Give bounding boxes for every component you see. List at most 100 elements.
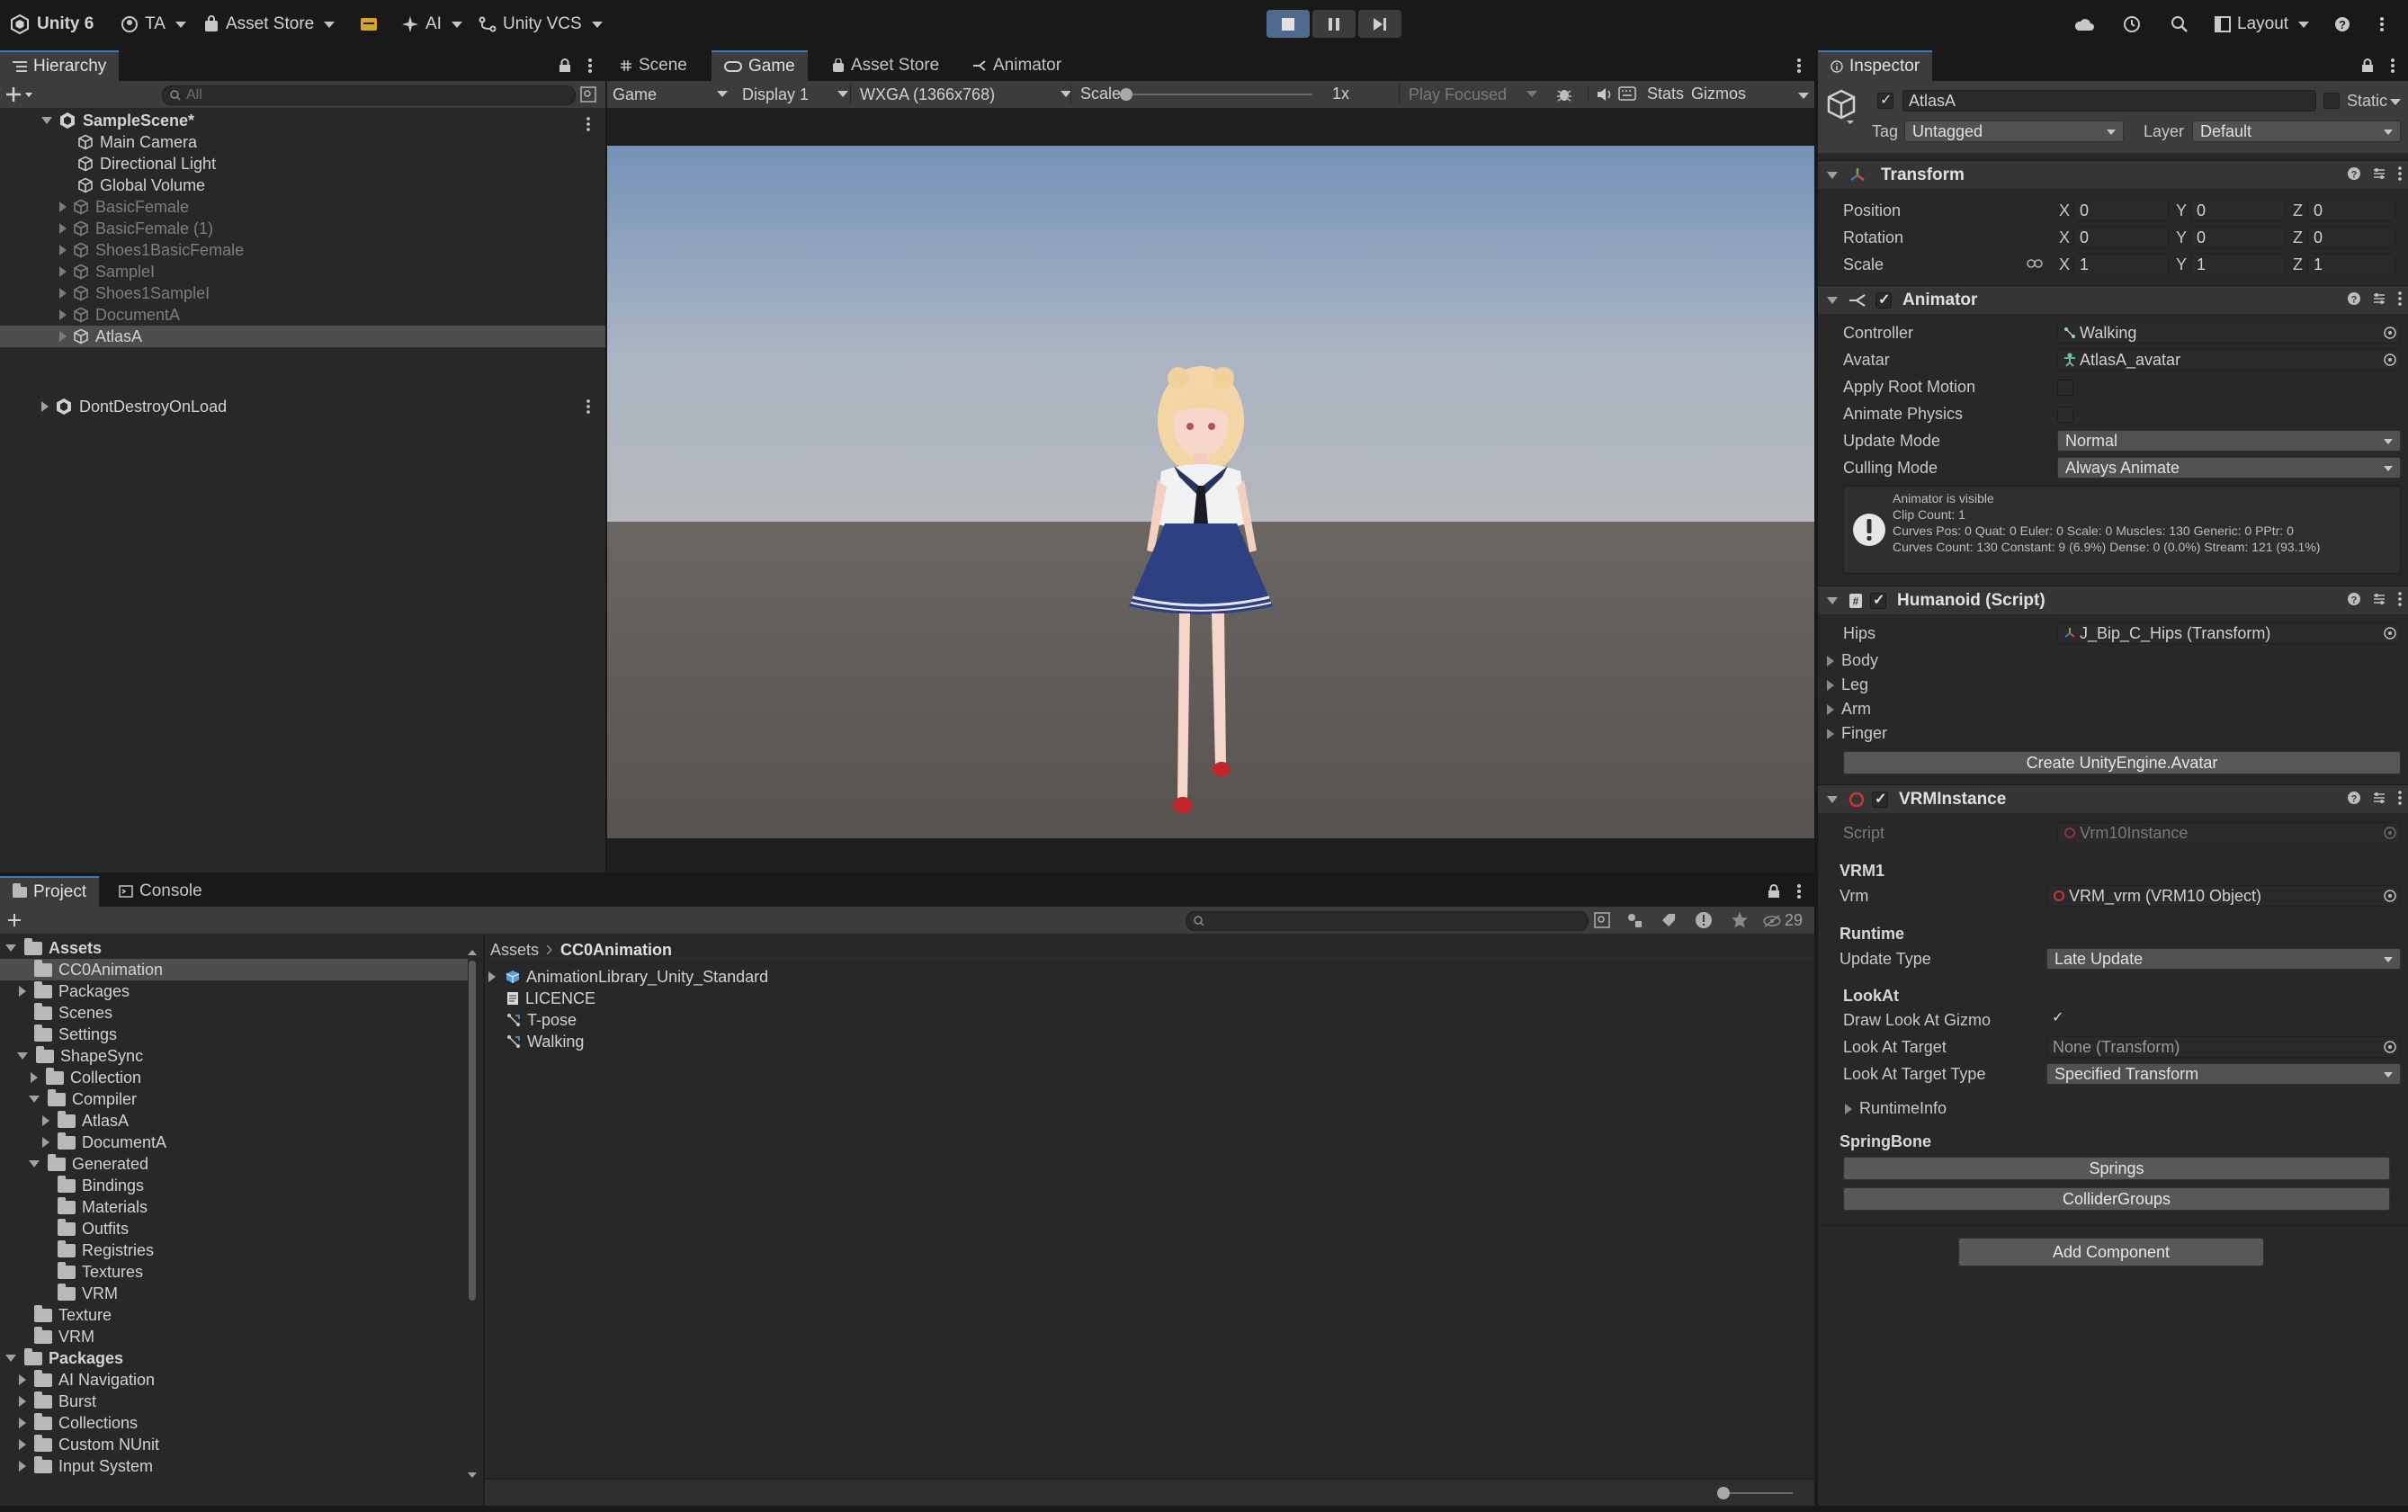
draw-gizmo-checkbox[interactable]: [2050, 1008, 2066, 1027]
runtime-info-foldout[interactable]: RuntimeInfo: [1845, 1099, 1947, 1118]
lock-icon[interactable]: [559, 58, 571, 73]
hierarchy-item[interactable]: Directional Light: [0, 153, 216, 174]
transform-rotation-x-field[interactable]: 0: [2073, 227, 2169, 248]
apply-root-motion-checkbox[interactable]: [2057, 380, 2073, 396]
asset-file-item[interactable]: T-pose: [485, 1009, 577, 1031]
collapse-arrow-icon[interactable]: [1827, 171, 1838, 179]
humanoid-enabled-checkbox[interactable]: [1870, 591, 1886, 609]
expand-arrow-icon[interactable]: [1827, 703, 1834, 715]
expand-arrow-icon[interactable]: [41, 401, 49, 412]
expand-arrow-icon[interactable]: [19, 986, 26, 997]
transform-header[interactable]: Transform ?: [1818, 160, 2408, 189]
collapse-arrow-icon[interactable]: [1827, 296, 1838, 304]
static-checkbox[interactable]: [2323, 93, 2340, 109]
more-menu-button[interactable]: [2379, 11, 2385, 38]
object-name-field[interactable]: AtlasA: [1902, 90, 2316, 112]
folder-tree-item[interactable]: Materials: [0, 1196, 468, 1218]
breadcrumb-current[interactable]: CC0Animation: [560, 941, 672, 960]
hips-field[interactable]: J_Bip_C_Hips (Transform): [2057, 622, 2401, 644]
controller-field[interactable]: Walking: [2057, 322, 2401, 344]
add-object-button[interactable]: [5, 85, 32, 103]
layout-dropdown[interactable]: Layout: [2215, 11, 2310, 38]
kebab-menu-icon[interactable]: [2397, 291, 2403, 306]
object-picker-icon[interactable]: [2384, 1041, 2396, 1053]
collapse-arrow-icon[interactable]: [1827, 596, 1838, 604]
hierarchy-item[interactable]: DocumentA: [0, 304, 180, 326]
folder-tree-item[interactable]: Outfits: [0, 1218, 468, 1239]
folder-tree-item[interactable]: AI Navigation: [0, 1369, 468, 1391]
display-dropdown[interactable]: Display 1: [742, 84, 848, 105]
vrm-enabled-checkbox[interactable]: [1872, 790, 1888, 808]
transform-scale-x-field[interactable]: 1: [2073, 254, 2169, 275]
humanoid-foldout[interactable]: Leg: [1827, 675, 1868, 694]
tab-console[interactable]: Console: [106, 876, 215, 907]
scene-row[interactable]: SampleScene*: [0, 110, 194, 131]
kebab-menu-icon[interactable]: [587, 58, 593, 74]
hierarchy-item[interactable]: BasicFemale: [0, 196, 189, 218]
tag-dropdown[interactable]: Untagged: [1904, 121, 2124, 142]
asset-file-item[interactable]: AnimationLibrary_Unity_Standard: [485, 966, 768, 988]
transform-position-x-field[interactable]: 0: [2073, 200, 2169, 221]
help-icon[interactable]: ?: [2347, 592, 2361, 606]
hidden-packages-toggle[interactable]: 29: [1763, 911, 1803, 930]
kebab-menu-icon[interactable]: [586, 399, 591, 414]
vrm-field[interactable]: VRM_vrm (VRM10 Object): [2046, 885, 2401, 907]
transform-rotation-z-field[interactable]: 0: [2307, 227, 2395, 248]
kebab-menu-icon[interactable]: [2390, 58, 2395, 74]
help-icon[interactable]: ?: [2347, 791, 2361, 805]
tab-hierarchy[interactable]: Hierarchy: [0, 50, 120, 81]
gizmos-button[interactable]: Gizmos: [1691, 85, 1746, 103]
vrm-instance-header[interactable]: VRMInstance ?: [1818, 784, 2408, 813]
animator-header[interactable]: Animator ?: [1818, 285, 2408, 314]
link-icon[interactable]: [2027, 257, 2043, 270]
icon-size-slider-thumb[interactable]: [1717, 1487, 1730, 1499]
folder-tree-item[interactable]: Texture: [0, 1304, 468, 1326]
preset-icon[interactable]: [2372, 791, 2386, 805]
folder-tree-item[interactable]: DocumentA: [0, 1132, 468, 1153]
hierarchy-item[interactable]: Shoes1BasicFemale: [0, 239, 244, 261]
game-mode-dropdown[interactable]: Game: [613, 84, 731, 105]
favorite-star-icon[interactable]: [1731, 911, 1749, 929]
layer-dropdown[interactable]: Default: [2192, 121, 2401, 142]
stop-play-button[interactable]: [1267, 10, 1310, 38]
kebab-menu-icon[interactable]: [586, 117, 591, 131]
kebab-menu-icon[interactable]: [2397, 791, 2403, 805]
unity-menu[interactable]: Unity 6: [9, 11, 94, 38]
transform-position-z-field[interactable]: 0: [2307, 200, 2395, 221]
expand-arrow-icon[interactable]: [19, 1418, 26, 1428]
folder-tree-item[interactable]: Collection: [0, 1067, 468, 1088]
stats-button[interactable]: Stats: [1647, 85, 1684, 103]
object-picker-icon[interactable]: [2384, 327, 2396, 339]
transform-rotation-y-field[interactable]: 0: [2190, 227, 2286, 248]
bug-icon[interactable]: [1555, 85, 1573, 103]
folder-tree-item[interactable]: Input System: [0, 1455, 468, 1477]
scale-slider[interactable]: [1120, 88, 1312, 101]
expand-arrow-icon[interactable]: [59, 288, 67, 299]
hierarchy-item[interactable]: Shoes1SampleI: [0, 282, 210, 304]
play-focused-dropdown[interactable]: Play Focused: [1399, 84, 1539, 105]
add-component-button[interactable]: Add Component: [1958, 1238, 2264, 1266]
dont-destroy-row[interactable]: DontDestroyOnLoad: [0, 396, 227, 417]
chevron-down-icon[interactable]: [1798, 93, 1809, 99]
humanoid-foldout[interactable]: Finger: [1827, 724, 1887, 743]
breadcrumb-assets[interactable]: Assets: [490, 941, 539, 960]
expand-arrow-icon[interactable]: [41, 117, 52, 124]
transform-scale-y-field[interactable]: 1: [2190, 254, 2286, 275]
object-picker-icon[interactable]: [2384, 890, 2396, 902]
animate-physics-checkbox[interactable]: [2057, 407, 2073, 423]
humanoid-foldout[interactable]: Arm: [1827, 700, 1871, 719]
vcs-dropdown[interactable]: Unity VCS: [479, 11, 603, 38]
audio-icon[interactable]: [1588, 86, 1614, 103]
hierarchy-item[interactable]: Global Volume: [0, 174, 205, 196]
tab-animator[interactable]: Animator: [960, 50, 1074, 81]
folder-tree-item[interactable]: CC0Animation: [0, 959, 468, 980]
expand-arrow-icon[interactable]: [1845, 1103, 1852, 1114]
expand-arrow-icon[interactable]: [1827, 655, 1834, 667]
avatar-field[interactable]: AtlasA_avatar: [2057, 349, 2401, 371]
lock-icon[interactable]: [1768, 884, 1780, 899]
expand-arrow-icon[interactable]: [59, 331, 67, 342]
gameobject-cube-icon[interactable]: [1825, 88, 1857, 124]
tree-scrollbar[interactable]: [468, 939, 477, 1497]
game-render[interactable]: [607, 146, 1814, 838]
collapse-arrow-icon[interactable]: [1827, 795, 1838, 803]
